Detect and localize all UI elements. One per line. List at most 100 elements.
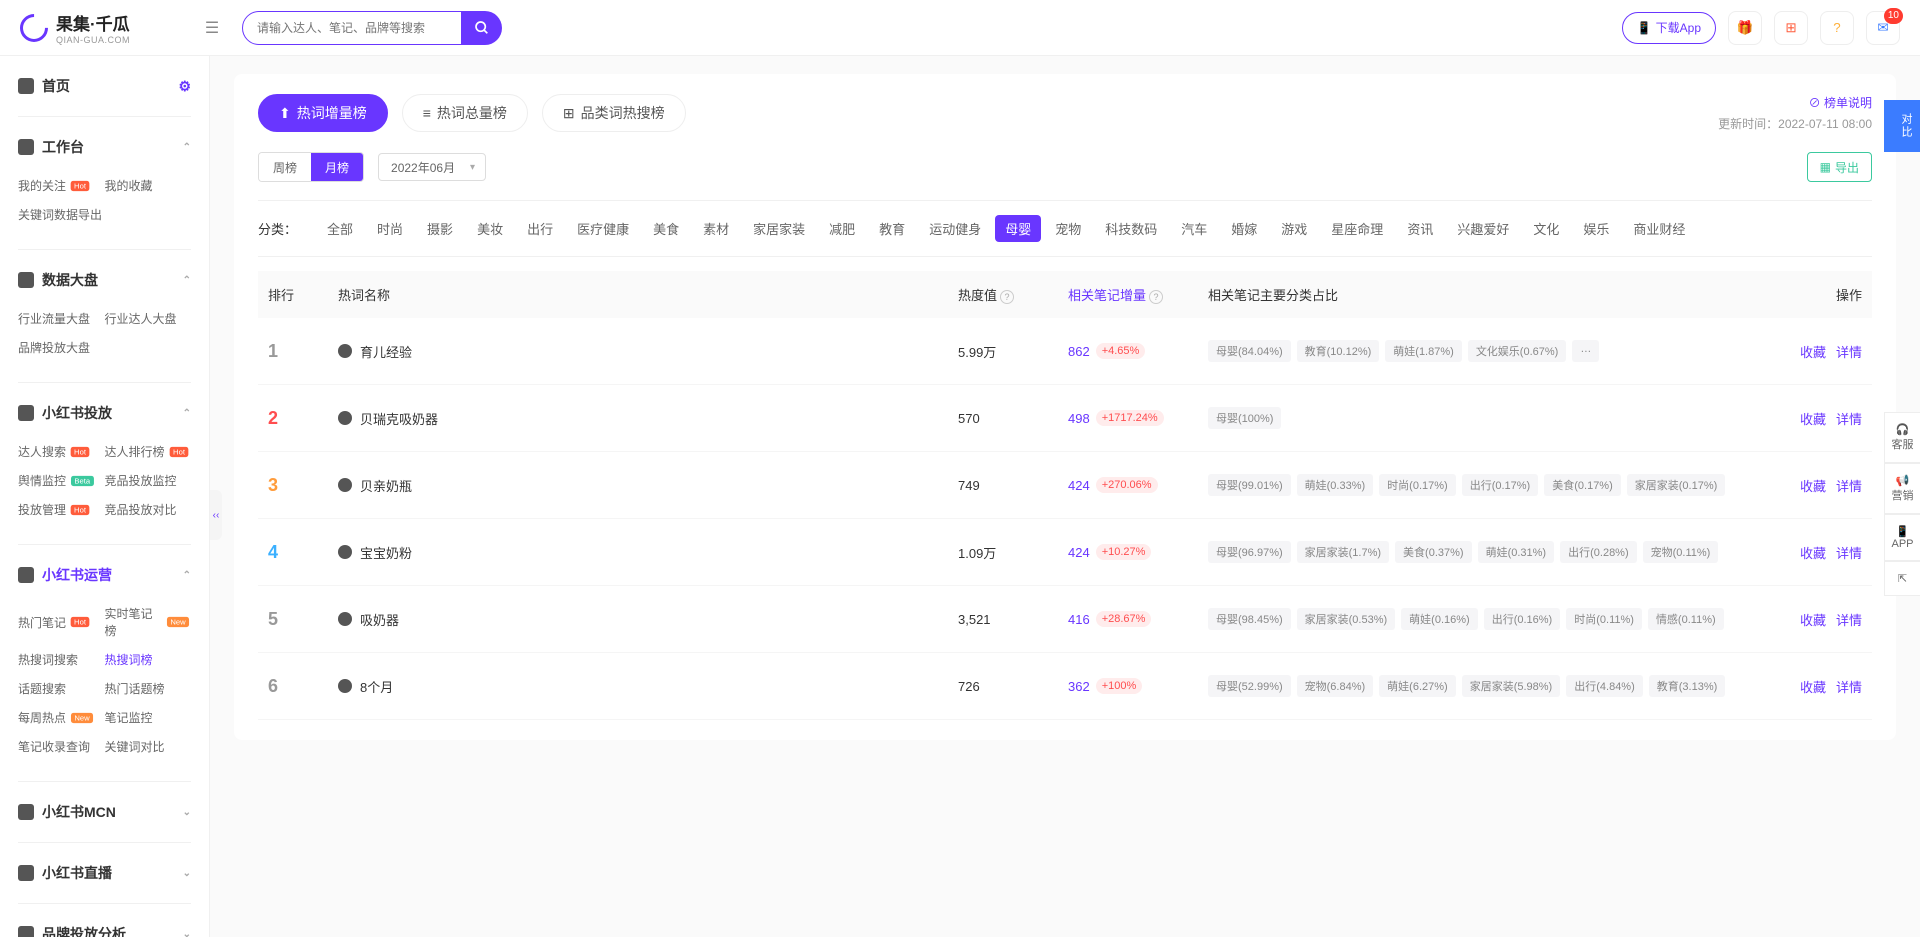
category-item[interactable]: 家居家装: [743, 215, 815, 242]
rail-compare[interactable]: 对比: [1884, 100, 1920, 152]
nav-section-title[interactable]: 小红书运营⌃: [0, 555, 209, 595]
detail-link[interactable]: 详情: [1836, 610, 1862, 629]
th-notes[interactable]: 相关笔记增量?: [1068, 285, 1208, 304]
sidebar-collapse-handle[interactable]: ‹‹: [210, 490, 222, 540]
nav-link[interactable]: 达人排行榜Hot: [105, 437, 192, 466]
category-item[interactable]: 资讯: [1397, 215, 1443, 242]
nav-link[interactable]: 行业流量大盘: [18, 304, 105, 333]
cell-ops: 收藏 详情: [1762, 677, 1862, 696]
period-btn[interactable]: 周榜: [259, 153, 311, 181]
main-tab[interactable]: ⬆ 热词增量榜: [258, 94, 388, 132]
nav-link[interactable]: 竞品投放监控: [105, 466, 192, 495]
apps-button[interactable]: ⊞: [1774, 11, 1808, 45]
category-item[interactable]: 星座命理: [1321, 215, 1393, 242]
nav-link[interactable]: 话题搜索: [18, 674, 105, 703]
nav-link[interactable]: 品牌投放大盘: [18, 333, 105, 362]
category-item[interactable]: 美食: [643, 215, 689, 242]
rail-top[interactable]: ⇱: [1884, 561, 1920, 596]
nav-section-title[interactable]: 小红书直播⌄: [0, 853, 209, 893]
category-item[interactable]: 游戏: [1271, 215, 1317, 242]
nav-section-title[interactable]: 小红书投放⌃: [0, 393, 209, 433]
category-item[interactable]: 科技数码: [1095, 215, 1167, 242]
nav-link[interactable]: 行业达人大盘: [105, 304, 192, 333]
nav-link[interactable]: 每周热点New: [18, 703, 105, 732]
tab-icon: ⬆: [279, 105, 291, 122]
detail-link[interactable]: 详情: [1836, 476, 1862, 495]
detail-link[interactable]: 详情: [1836, 342, 1862, 361]
export-button[interactable]: ▦ 导出: [1807, 152, 1872, 182]
rail-service[interactable]: 🎧客服: [1884, 412, 1920, 463]
nav-section-title[interactable]: 品牌投放分析⌄: [0, 914, 209, 937]
fav-link[interactable]: 收藏: [1800, 342, 1826, 361]
category-item[interactable]: 商业财经: [1623, 215, 1695, 242]
search-button[interactable]: [462, 11, 502, 45]
detail-link[interactable]: 详情: [1836, 543, 1862, 562]
nav-link[interactable]: 竞品投放对比: [105, 495, 192, 524]
nav-link[interactable]: 我的关注Hot: [18, 171, 105, 200]
category-item[interactable]: 摄影: [417, 215, 463, 242]
nav-link[interactable]: 笔记收录查询: [18, 732, 105, 761]
fav-link[interactable]: 收藏: [1800, 610, 1826, 629]
category-item[interactable]: 宠物: [1045, 215, 1091, 242]
date-select[interactable]: 2022年06月: [378, 153, 486, 181]
category-item[interactable]: 娱乐: [1573, 215, 1619, 242]
category-item[interactable]: 教育: [869, 215, 915, 242]
nav-link[interactable]: 实时笔记榜New: [105, 599, 192, 645]
nav-link[interactable]: 投放管理Hot: [18, 495, 105, 524]
fav-link[interactable]: 收藏: [1800, 543, 1826, 562]
detail-link[interactable]: 详情: [1836, 409, 1862, 428]
th-name: 热词名称: [338, 285, 958, 304]
category-item[interactable]: 医疗健康: [567, 215, 639, 242]
period-btn[interactable]: 月榜: [311, 153, 363, 181]
help-button[interactable]: ?: [1820, 11, 1854, 45]
nav-link[interactable]: 关键词数据导出: [18, 200, 105, 229]
category-item[interactable]: 母婴: [995, 215, 1041, 242]
nav-link[interactable]: 达人搜索Hot: [18, 437, 105, 466]
nav-link[interactable]: 热搜词榜: [105, 645, 192, 674]
cell-notes: 362+100%: [1068, 678, 1208, 694]
nav-section-title[interactable]: 数据大盘⌃: [0, 260, 209, 300]
fav-link[interactable]: 收藏: [1800, 409, 1826, 428]
nav-link[interactable]: 热搜词搜索: [18, 645, 105, 674]
notifications-button[interactable]: ✉ 10: [1866, 11, 1900, 45]
category-item[interactable]: 婚嫁: [1221, 215, 1267, 242]
fav-link[interactable]: 收藏: [1800, 476, 1826, 495]
rail-marketing[interactable]: 📢营销: [1884, 463, 1920, 514]
download-app-button[interactable]: 📱 下载App: [1622, 12, 1716, 44]
fav-link[interactable]: 收藏: [1800, 677, 1826, 696]
category-item[interactable]: 减肥: [819, 215, 865, 242]
category-item[interactable]: 兴趣爱好: [1447, 215, 1519, 242]
sidebar-toggle-icon[interactable]: ☰: [200, 16, 224, 40]
gear-icon[interactable]: ⚙: [178, 78, 191, 95]
nav-link[interactable]: 热门话题榜: [105, 674, 192, 703]
nav-link[interactable]: 笔记监控: [105, 703, 192, 732]
category-item[interactable]: 运动健身: [919, 215, 991, 242]
main-tab[interactable]: ⊞ 品类词热搜榜: [542, 94, 686, 132]
search-input[interactable]: [242, 11, 462, 45]
category-item[interactable]: 美妆: [467, 215, 513, 242]
nav-link[interactable]: 关键词对比: [105, 732, 192, 761]
category-item[interactable]: 汽车: [1171, 215, 1217, 242]
nav-link[interactable]: 舆情监控Beta: [18, 466, 105, 495]
category-item[interactable]: 出行: [517, 215, 563, 242]
help-icon[interactable]: ?: [1000, 290, 1014, 304]
category-tag: 美食(0.17%): [1544, 474, 1621, 496]
cell-name: 宝宝奶粉: [338, 543, 958, 562]
ranking-help-link[interactable]: ⊘ 榜单说明: [1718, 94, 1872, 111]
nav-home[interactable]: 首页⚙: [0, 66, 209, 106]
gift-button[interactable]: 🎁: [1728, 11, 1762, 45]
category-item[interactable]: 文化: [1523, 215, 1569, 242]
nav-link[interactable]: 热门笔记Hot: [18, 599, 105, 645]
category-item[interactable]: 时尚: [367, 215, 413, 242]
category-item[interactable]: 全部: [317, 215, 363, 242]
detail-link[interactable]: 详情: [1836, 677, 1862, 696]
category-tag: 出行(0.17%): [1462, 474, 1539, 496]
nav-link[interactable]: 我的收藏: [105, 171, 192, 200]
nav-section-title[interactable]: 工作台⌃: [0, 127, 209, 167]
logo[interactable]: 果集·千瓜 QIAN-GUA.COM: [20, 10, 200, 45]
nav-section-title[interactable]: 小红书MCN⌄: [0, 792, 209, 832]
category-item[interactable]: 素材: [693, 215, 739, 242]
main-tab[interactable]: ≡ 热词总量榜: [402, 94, 528, 132]
help-icon[interactable]: ?: [1149, 290, 1163, 304]
rail-app[interactable]: 📱APP: [1884, 514, 1920, 561]
